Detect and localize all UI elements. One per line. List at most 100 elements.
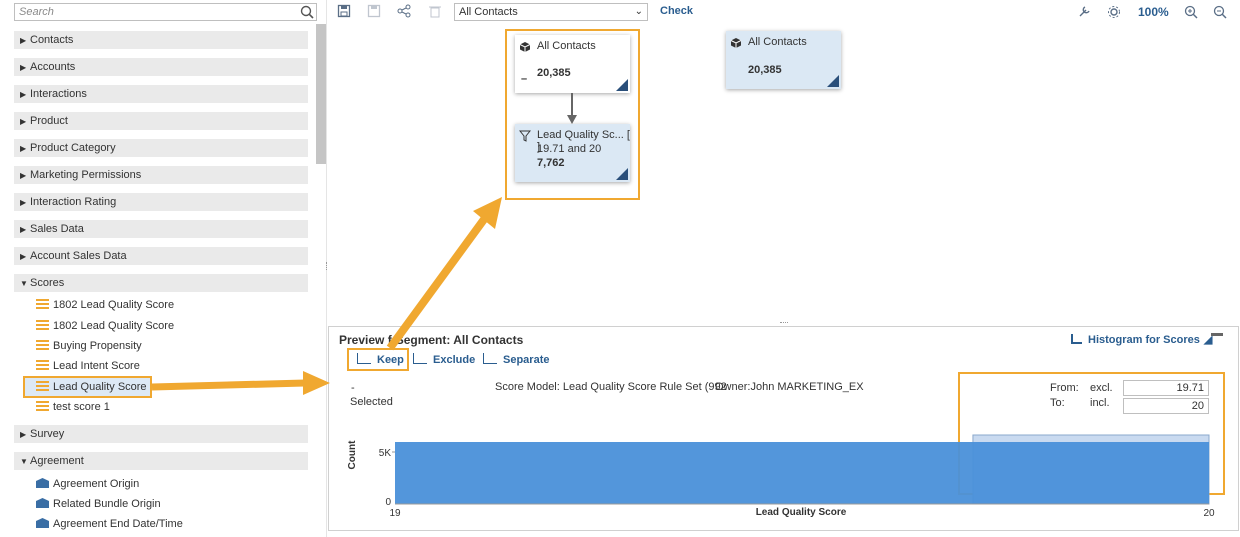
caret-down-icon: ▼ bbox=[20, 457, 28, 466]
exclude-button[interactable]: Exclude bbox=[413, 353, 475, 366]
x-tick-label: 20 bbox=[1203, 508, 1215, 519]
agreement-item[interactable]: Agreement End Date/Time bbox=[36, 515, 183, 533]
resize-handle[interactable] bbox=[326, 262, 329, 270]
separate-button[interactable]: Separate bbox=[483, 353, 549, 366]
category-contacts[interactable]: ▶ Contacts bbox=[14, 31, 308, 49]
score-model-text: Score Model: Lead Quality Score Rule Set… bbox=[495, 381, 727, 393]
exclude-icon bbox=[413, 353, 427, 364]
category-label: Sales Data bbox=[30, 223, 84, 235]
node-all-contacts[interactable]: All Contacts – 20,385 bbox=[515, 35, 630, 93]
histogram-bar bbox=[395, 442, 1209, 504]
category-label: Product Category bbox=[30, 142, 116, 154]
from-input[interactable]: 19.71 bbox=[1123, 380, 1209, 396]
category-label: Account Sales Data bbox=[30, 250, 127, 262]
node-count: 20,385 bbox=[537, 67, 571, 79]
node-range: 19.71 and 20 bbox=[537, 143, 602, 155]
category-agreement[interactable]: ▼ Agreement bbox=[14, 452, 308, 470]
category-survey[interactable]: ▶ Survey bbox=[14, 425, 308, 443]
chevron-down-icon: ⌄ bbox=[634, 6, 643, 17]
wrench-icon[interactable] bbox=[1077, 5, 1091, 19]
segment-dropdown[interactable]: All Contacts ⌄ bbox=[454, 3, 648, 21]
caret-right-icon: ▶ bbox=[20, 430, 27, 439]
category-sales-data[interactable]: ▶ Sales Data bbox=[14, 220, 308, 238]
score-item[interactable]: Buying Propensity bbox=[36, 337, 142, 355]
search-icon[interactable] bbox=[300, 5, 314, 19]
y-tick-label: 0 bbox=[385, 497, 391, 508]
category-product[interactable]: ▶ Product bbox=[14, 112, 308, 130]
node-lead-quality-filter[interactable]: Lead Quality Sc... [ ] 19.71 and 20 7,76… bbox=[515, 124, 630, 182]
node-all-contacts-2[interactable]: All Contacts 20,385 bbox=[726, 31, 841, 89]
score-item[interactable]: Lead Intent Score bbox=[36, 357, 140, 375]
save-icon[interactable] bbox=[337, 4, 351, 18]
score-item-lead-quality[interactable]: Lead Quality Score bbox=[36, 378, 147, 396]
score-icon bbox=[36, 299, 49, 309]
category-account-sales-data[interactable]: ▶ Account Sales Data bbox=[14, 247, 308, 265]
minimize-icon[interactable] bbox=[1211, 333, 1223, 336]
caret-right-icon: ▶ bbox=[20, 144, 27, 153]
agreement-icon bbox=[36, 498, 49, 508]
panel-splitter[interactable] bbox=[780, 322, 788, 325]
score-icon bbox=[36, 381, 49, 391]
collapse-icon[interactable]: – bbox=[521, 73, 527, 85]
cube-icon bbox=[519, 42, 531, 52]
zoom-in-icon[interactable] bbox=[1184, 5, 1198, 19]
y-tick-label: 5K bbox=[379, 448, 392, 459]
category-scores[interactable]: ▼ Scores bbox=[14, 274, 308, 292]
score-item[interactable]: test score 1 bbox=[36, 398, 110, 416]
node-corner-marker bbox=[616, 168, 628, 180]
category-interaction-rating[interactable]: ▶ Interaction Rating bbox=[14, 193, 308, 211]
agreement-item[interactable]: Agreement Origin bbox=[36, 475, 139, 493]
category-label: Interaction Rating bbox=[30, 196, 117, 208]
score-icon bbox=[36, 401, 49, 411]
connector-arrow bbox=[567, 93, 577, 124]
score-icon bbox=[36, 360, 49, 370]
agreement-icon bbox=[36, 478, 49, 488]
caret-right-icon: ▶ bbox=[20, 90, 27, 99]
category-label: Contacts bbox=[30, 34, 74, 46]
to-input[interactable]: 20 bbox=[1123, 398, 1209, 414]
score-item[interactable]: 1802 Lead Quality Score bbox=[36, 317, 174, 335]
category-interactions[interactable]: ▶ Interactions bbox=[14, 85, 308, 103]
search-placeholder: Search bbox=[19, 6, 54, 18]
category-marketing-permissions[interactable]: ▶ Marketing Permissions bbox=[14, 166, 308, 184]
search-input[interactable]: Search bbox=[14, 3, 317, 21]
cube-icon bbox=[730, 38, 742, 48]
to-mode[interactable]: incl. bbox=[1090, 397, 1110, 409]
caret-right-icon: ▶ bbox=[20, 63, 27, 72]
check-button[interactable]: Check bbox=[660, 5, 693, 17]
caret-right-icon: ▶ bbox=[20, 198, 27, 207]
caret-right-icon: ▶ bbox=[20, 225, 27, 234]
score-item-label: 1802 Lead Quality Score bbox=[53, 320, 175, 332]
histogram-icon bbox=[1071, 334, 1082, 344]
settings-icon[interactable] bbox=[1107, 5, 1121, 19]
histogram-dropdown[interactable]: Histogram for Scores ◢ bbox=[1071, 333, 1212, 346]
preview-title: Preview f Segment: All Contacts bbox=[339, 333, 524, 347]
score-icon bbox=[36, 340, 49, 350]
node-count: 7,762 bbox=[537, 157, 565, 169]
score-item[interactable]: 1802 Lead Quality Score bbox=[36, 296, 174, 314]
category-product-category[interactable]: ▶ Product Category bbox=[14, 139, 308, 157]
category-label: Agreement bbox=[30, 455, 84, 467]
x-tick-label: 19 bbox=[389, 508, 401, 519]
agreement-icon bbox=[36, 518, 49, 528]
score-item-label: Lead Quality Score bbox=[53, 381, 147, 393]
dropdown-value: All Contacts bbox=[459, 6, 518, 18]
score-item-label: 1802 Lead Quality Score bbox=[53, 299, 175, 311]
agreement-item[interactable]: Related Bundle Origin bbox=[36, 495, 161, 513]
category-label: Product bbox=[30, 115, 68, 127]
share-icon[interactable] bbox=[397, 4, 411, 18]
keep-button[interactable]: Keep bbox=[357, 353, 404, 366]
sidebar-scrollbar[interactable] bbox=[316, 24, 326, 164]
zoom-level: 100% bbox=[1138, 5, 1169, 19]
score-item-label: test score 1 bbox=[53, 401, 110, 413]
from-mode[interactable]: excl. bbox=[1090, 382, 1113, 394]
agreement-item-label: Agreement End Date/Time bbox=[53, 518, 183, 530]
category-accounts[interactable]: ▶ Accounts bbox=[14, 58, 308, 76]
node-count: 20,385 bbox=[748, 64, 782, 76]
category-label: Accounts bbox=[30, 61, 76, 73]
zoom-out-icon[interactable] bbox=[1213, 5, 1227, 19]
category-label: Interactions bbox=[30, 88, 87, 100]
to-label: To: bbox=[1050, 397, 1065, 409]
category-label: Scores bbox=[30, 277, 65, 289]
score-icon bbox=[36, 320, 49, 330]
